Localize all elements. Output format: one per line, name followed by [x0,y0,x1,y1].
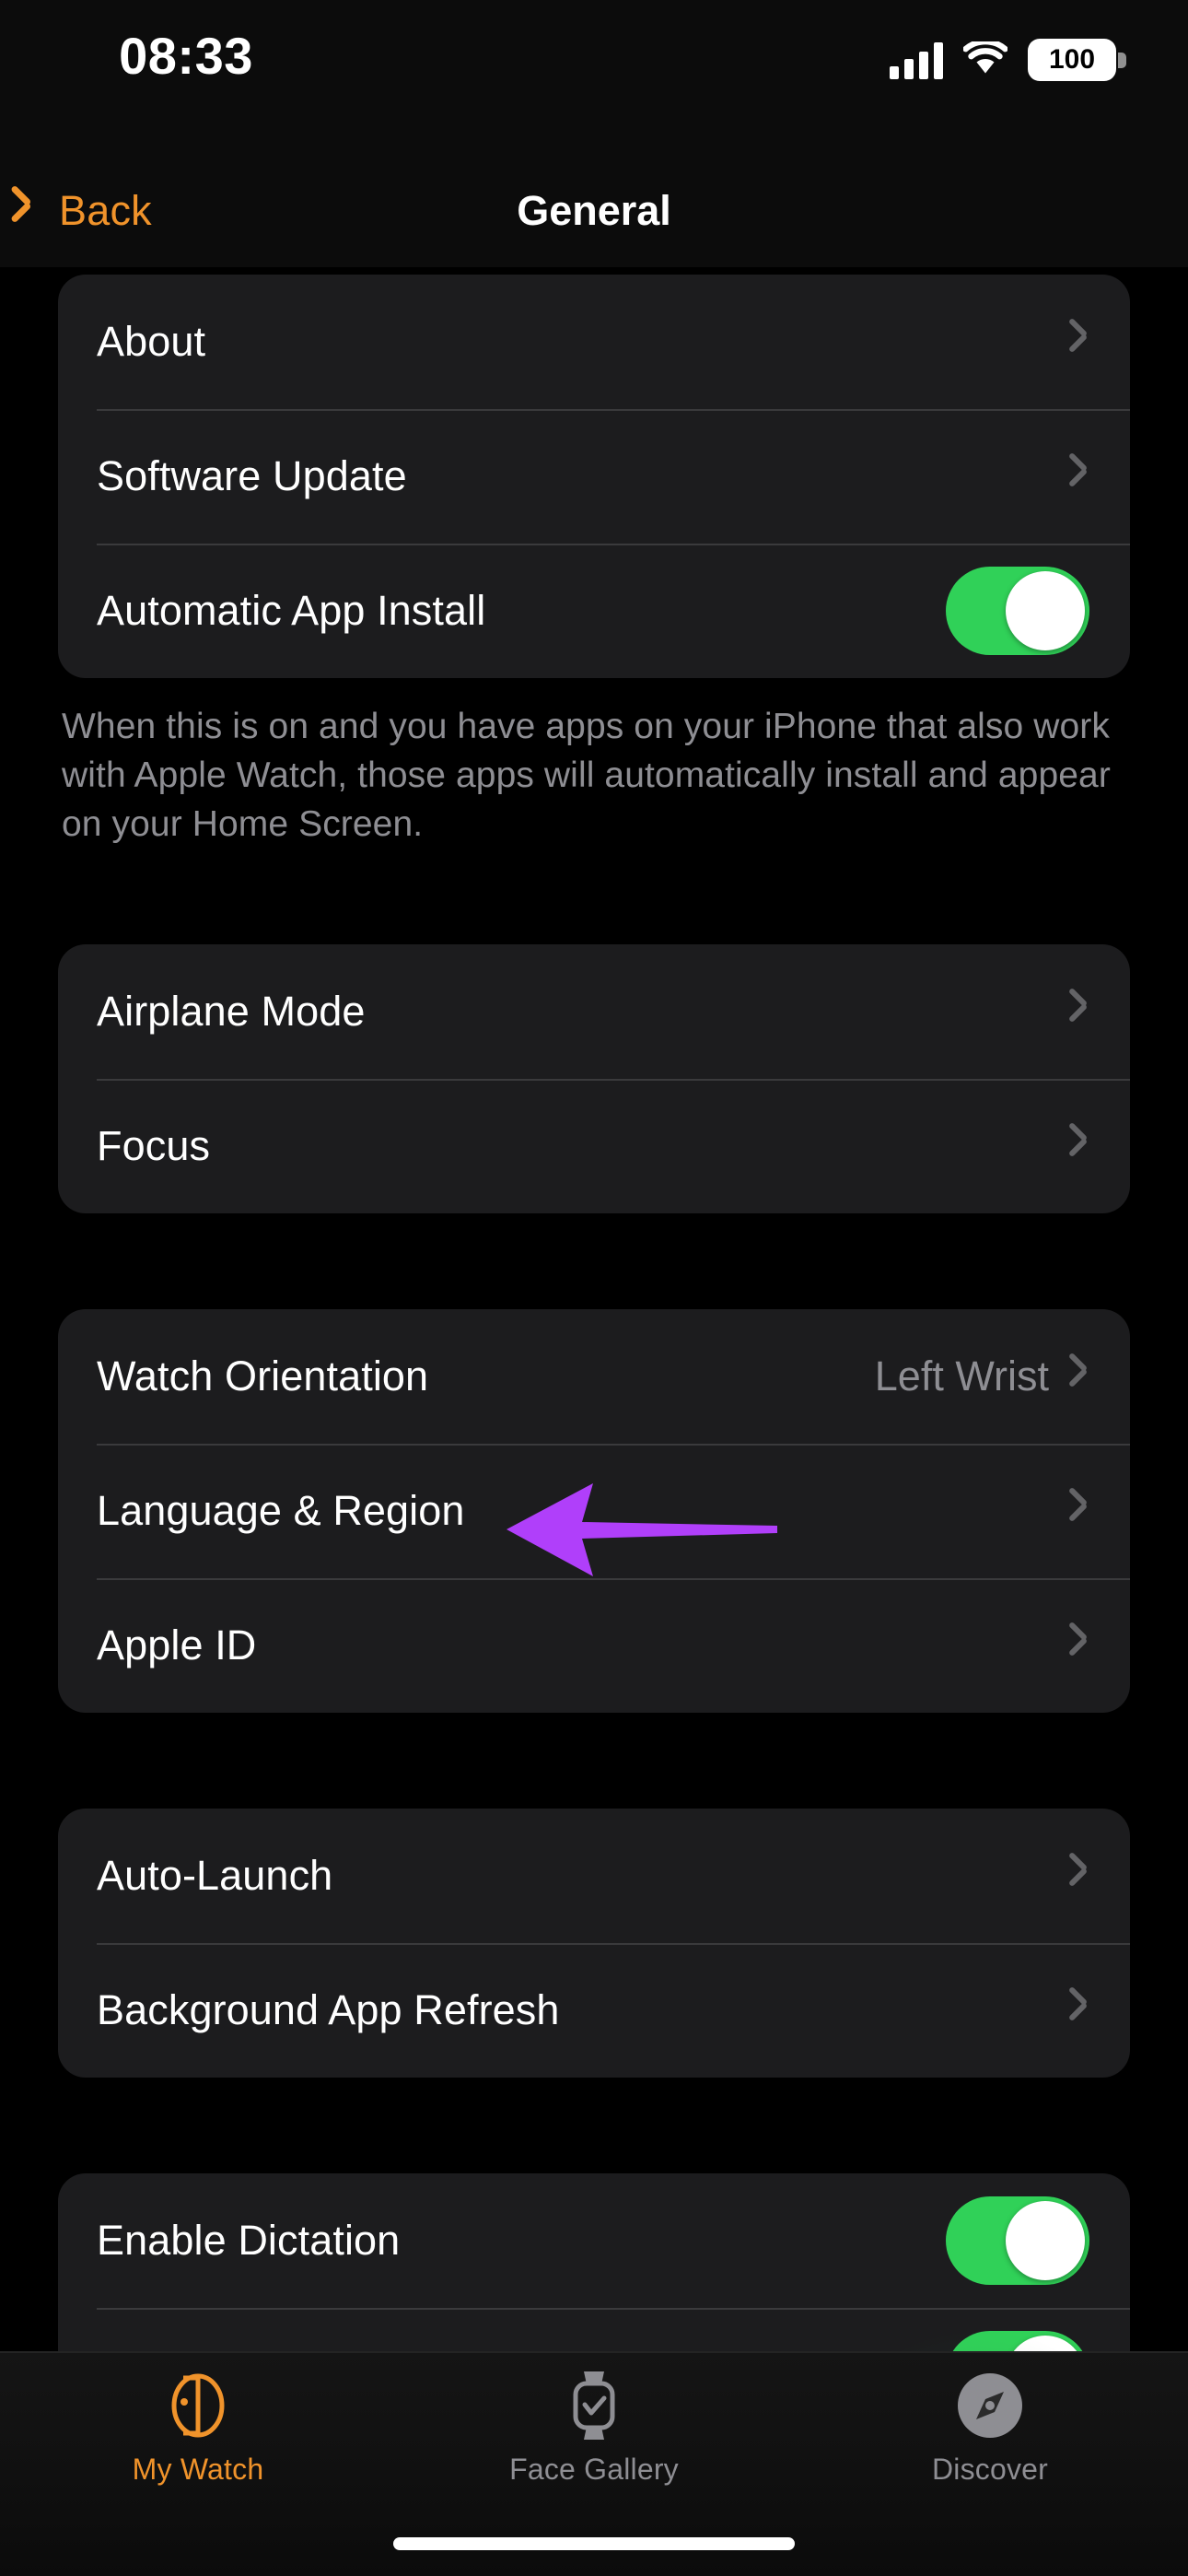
chevron-right-icon [1069,324,1089,359]
watch-outline-icon [166,2370,230,2441]
chevron-right-icon [1069,1858,1089,1893]
chevron-right-icon [1069,1993,1089,2028]
status-bar-indicators: 100 [890,39,1126,81]
toggle-knob [1006,2201,1085,2280]
tab-face-gallery[interactable]: Face Gallery [396,2370,792,2487]
row-enable-dictation[interactable]: Enable Dictation [58,2173,1130,2308]
tab-my-watch[interactable]: My Watch [0,2370,396,2487]
settings-group-system: About Software Update Automatic App Inst… [58,275,1130,678]
watch-check-icon [567,2370,621,2441]
row-apple-id[interactable]: Apple ID [58,1578,1130,1713]
compass-icon [956,2370,1024,2441]
row-label: Auto-Launch [97,1852,333,1899]
chevron-right-icon [1069,994,1089,1029]
back-button[interactable]: Back [0,187,152,235]
status-bar-clock: 08:33 [119,27,253,85]
chevron-right-icon [1069,1493,1089,1528]
battery-percent-label: 100 [1048,44,1096,75]
chevron-right-icon [1069,1359,1089,1394]
row-label: About [97,318,206,365]
row-focus[interactable]: Focus [58,1079,1130,1213]
settings-group-apps: Auto-Launch Background App Refresh [58,1809,1130,2078]
tab-discover[interactable]: Discover [792,2370,1188,2487]
automatic-app-install-toggle[interactable] [946,567,1089,655]
settings-group-personal: Watch Orientation Left Wrist Language & … [58,1309,1130,1713]
tab-label: My Watch [132,2453,264,2486]
footer-automatic-app-install: When this is on and you have apps on you… [62,707,1111,844]
row-software-update[interactable]: Software Update [58,409,1130,544]
page-title: General [517,187,671,234]
chevron-right-icon [1069,1129,1089,1164]
row-about[interactable]: About [58,275,1130,409]
home-indicator[interactable] [393,2537,795,2550]
watch-orientation-value: Left Wrist [874,1352,1049,1399]
row-automatic-app-install[interactable]: Automatic App Install [58,544,1130,678]
row-watch-orientation[interactable]: Watch Orientation Left Wrist [58,1309,1130,1444]
tab-label: Face Gallery [509,2453,679,2486]
chevron-right-icon [1069,459,1089,494]
navigation-bar: Back General [0,155,1188,267]
tab-label: Discover [931,2453,1049,2486]
back-button-label: Back [59,187,152,234]
row-label: Airplane Mode [97,988,366,1035]
row-label: Software Update [97,452,407,499]
toggle-knob [1006,571,1085,650]
row-label: Enable Dictation [97,2217,401,2264]
status-bar: 08:33 100 [0,0,1188,155]
row-label: Background App Refresh [97,1986,560,2033]
row-label: Language & Region [97,1487,465,1534]
row-label: Watch Orientation [97,1352,429,1399]
row-background-app-refresh[interactable]: Background App Refresh [58,1943,1130,2078]
enable-dictation-toggle[interactable] [946,2196,1089,2285]
row-language-region[interactable]: Language & Region [58,1444,1130,1578]
row-label: Automatic App Install [97,587,486,634]
chevron-right-icon [1069,1628,1089,1663]
phone-screen: 08:33 100 Back General About Software Up… [0,0,1188,2576]
row-auto-launch[interactable]: Auto-Launch [58,1809,1130,1943]
settings-group-connectivity: Airplane Mode Focus [58,944,1130,1213]
wifi-icon [962,39,1008,78]
cellular-signal-icon [890,41,943,79]
row-label: Apple ID [97,1622,257,1669]
battery-icon: 100 [1028,39,1126,81]
row-label: Focus [97,1122,211,1169]
chevron-left-icon [24,191,48,231]
settings-scroll-view[interactable]: About Software Update Automatic App Inst… [0,267,1188,2576]
row-airplane-mode[interactable]: Airplane Mode [58,944,1130,1079]
